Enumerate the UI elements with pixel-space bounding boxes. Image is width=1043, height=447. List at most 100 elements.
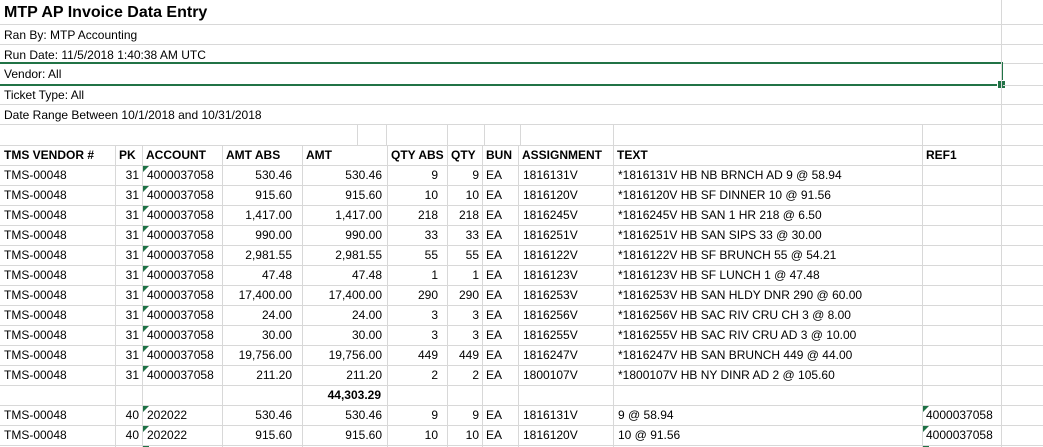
cell-qty[interactable]: 33	[447, 225, 482, 245]
cell-bun[interactable]: EA	[482, 205, 518, 225]
cell-qty-abs[interactable]: 33	[387, 225, 447, 245]
cell-qty[interactable]: 449	[447, 345, 482, 365]
cell-amt-abs[interactable]: 47.48	[222, 265, 302, 285]
cell-account[interactable]: 202022	[142, 405, 222, 425]
cell-qty-abs[interactable]: 218	[387, 205, 447, 225]
cell-pk[interactable]: 40	[115, 405, 142, 425]
cell-qty[interactable]: 55	[447, 245, 482, 265]
cell-amt[interactable]: 915.60	[302, 425, 387, 445]
cell-tms-vendor[interactable]: TMS-00048	[0, 305, 115, 325]
cell-qty[interactable]: 9	[447, 405, 482, 425]
cell-qty-abs[interactable]: 290	[387, 285, 447, 305]
cell-assignment[interactable]: 1816253V	[518, 285, 613, 305]
cell-bun[interactable]: EA	[482, 345, 518, 365]
cell-qty[interactable]: 10	[447, 185, 482, 205]
cell-bun[interactable]: EA	[482, 305, 518, 325]
cell-tms-vendor[interactable]: TMS-00048	[0, 325, 115, 345]
cell-amt[interactable]: 17,400.00	[302, 285, 387, 305]
ticket-type-cell[interactable]: Ticket Type: All	[4, 85, 84, 105]
cell-pk[interactable]: 31	[115, 325, 142, 345]
column-header-bun[interactable]: BUN	[482, 145, 518, 165]
cell-bun[interactable]: EA	[482, 405, 518, 425]
column-header-pk[interactable]: PK	[115, 145, 142, 165]
cell-amt[interactable]: 19,756.00	[302, 345, 387, 365]
cell-amt[interactable]: 211.20	[302, 365, 387, 385]
cell-text[interactable]: *1800107V HB NY DINR AD 2 @ 105.60	[613, 365, 922, 385]
cell-qty-abs[interactable]: 2	[387, 365, 447, 385]
column-header-qty[interactable]: QTY	[447, 145, 482, 165]
cell-amt-abs[interactable]: 19,756.00	[222, 345, 302, 365]
cell-bun[interactable]: EA	[482, 325, 518, 345]
cell-pk[interactable]: 31	[115, 165, 142, 185]
cell-text[interactable]: *1816245V HB SAN 1 HR 218 @ 6.50	[613, 205, 922, 225]
cell-tms-vendor[interactable]: TMS-00048	[0, 165, 115, 185]
cell-qty[interactable]: 218	[447, 205, 482, 225]
cell-qty-abs[interactable]: 1	[387, 265, 447, 285]
cell-ref1[interactable]: 4000037058	[922, 405, 1001, 425]
cell-text[interactable]: *1816247V HB SAN BRUNCH 449 @ 44.00	[613, 345, 922, 365]
cell-bun[interactable]: EA	[482, 245, 518, 265]
cell-account[interactable]: 4000037058	[142, 245, 222, 265]
cell-amt[interactable]: 24.00	[302, 305, 387, 325]
cell-qty[interactable]: 290	[447, 285, 482, 305]
cell-pk[interactable]: 40	[115, 425, 142, 445]
cell-assignment[interactable]: 1816123V	[518, 265, 613, 285]
cell-assignment[interactable]: 1816247V	[518, 345, 613, 365]
cell-account[interactable]: 4000037058	[142, 165, 222, 185]
cell-qty[interactable]: 1	[447, 265, 482, 285]
cell-qty-abs[interactable]: 55	[387, 245, 447, 265]
cell-account[interactable]: 4000037058	[142, 345, 222, 365]
cell-qty[interactable]: 9	[447, 165, 482, 185]
cell-account[interactable]: 4000037058	[142, 205, 222, 225]
cell-amt[interactable]: 30.00	[302, 325, 387, 345]
cell-account[interactable]: 202022	[142, 425, 222, 445]
cell-amt[interactable]: 1,417.00	[302, 205, 387, 225]
cell-account[interactable]: 4000037058	[142, 285, 222, 305]
cell-amt-abs[interactable]: 530.46	[222, 405, 302, 425]
column-header-account[interactable]: ACCOUNT	[142, 145, 222, 165]
cell-bun[interactable]: EA	[482, 365, 518, 385]
cell-ref1[interactable]: 4000037058	[922, 425, 1001, 445]
cell-assignment[interactable]: 1800107V	[518, 365, 613, 385]
cell-text[interactable]: 9 @ 58.94	[613, 405, 922, 425]
cell-assignment[interactable]: 1816131V	[518, 405, 613, 425]
cell-tms-vendor[interactable]: TMS-00048	[0, 405, 115, 425]
date-range-cell[interactable]: Date Range Between 10/1/2018 and 10/31/2…	[4, 105, 262, 125]
cell-assignment[interactable]: 1816120V	[518, 185, 613, 205]
column-header-ref1[interactable]: REF1	[922, 145, 1001, 165]
cell-amt-abs[interactable]: 915.60	[222, 425, 302, 445]
cell-qty[interactable]: 3	[447, 305, 482, 325]
cell-assignment[interactable]: 1816122V	[518, 245, 613, 265]
cell-assignment[interactable]: 1816255V	[518, 325, 613, 345]
cell-assignment[interactable]: 1816120V	[518, 425, 613, 445]
cell-account[interactable]: 4000037058	[142, 185, 222, 205]
cell-account[interactable]: 4000037058	[142, 365, 222, 385]
cell-text[interactable]: *1816251V HB SAN SIPS 33 @ 30.00	[613, 225, 922, 245]
cell-tms-vendor[interactable]: TMS-00048	[0, 365, 115, 385]
cell-qty[interactable]: 2	[447, 365, 482, 385]
cell-account[interactable]: 4000037058	[142, 305, 222, 325]
cell-qty-abs[interactable]: 3	[387, 305, 447, 325]
cell-amt[interactable]: 990.00	[302, 225, 387, 245]
cell-bun[interactable]: EA	[482, 225, 518, 245]
cell-amt-abs[interactable]: 2,981.55	[222, 245, 302, 265]
cell-account[interactable]: 4000037058	[142, 225, 222, 245]
cell-pk[interactable]: 31	[115, 185, 142, 205]
cell-amt[interactable]: 915.60	[302, 185, 387, 205]
cell-pk[interactable]: 31	[115, 305, 142, 325]
cell-amt-abs[interactable]: 915.60	[222, 185, 302, 205]
cell-pk[interactable]: 31	[115, 245, 142, 265]
cell-tms-vendor[interactable]: TMS-00048	[0, 205, 115, 225]
cell-assignment[interactable]: 1816131V	[518, 165, 613, 185]
cell-amt-abs[interactable]: 30.00	[222, 325, 302, 345]
cell-text[interactable]: 10 @ 91.56	[613, 425, 922, 445]
cell-amt-abs[interactable]: 211.20	[222, 365, 302, 385]
cell-amt[interactable]: 47.48	[302, 265, 387, 285]
cell-pk[interactable]: 31	[115, 265, 142, 285]
column-header-text[interactable]: TEXT	[613, 145, 922, 165]
cell-text[interactable]: *1816122V HB SF BRUNCH 55 @ 54.21	[613, 245, 922, 265]
cell-qty-abs[interactable]: 10	[387, 425, 447, 445]
cell-bun[interactable]: EA	[482, 165, 518, 185]
cell-pk[interactable]: 31	[115, 225, 142, 245]
cell-amt-abs[interactable]: 990.00	[222, 225, 302, 245]
